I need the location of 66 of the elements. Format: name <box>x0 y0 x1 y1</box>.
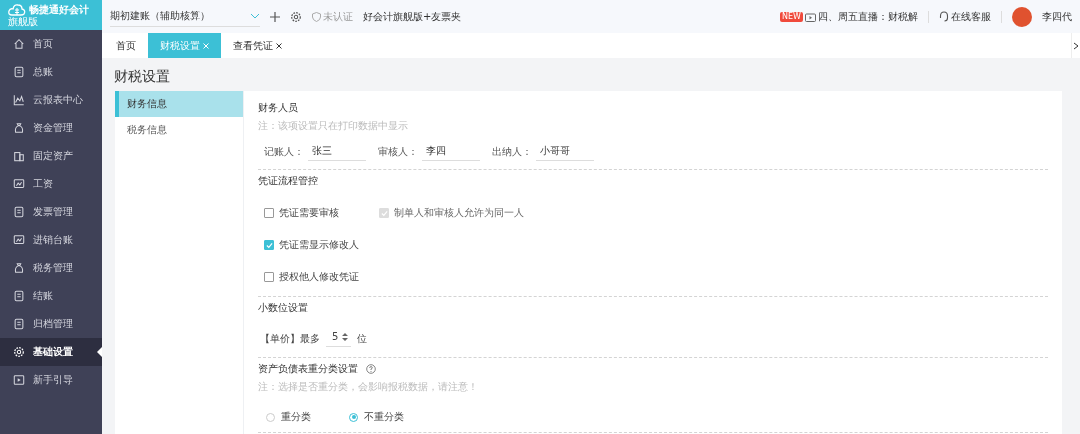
live-stream-link[interactable]: 四、周五直播：财税解 <box>818 9 918 24</box>
settings-icon <box>13 346 25 358</box>
section-title: 资产负债表重分类设置 <box>258 362 358 376</box>
sidebar-item[interactable]: 进销台账 <box>0 226 102 254</box>
field-label: 记账人： <box>264 145 304 159</box>
sidebar-item[interactable]: 工资 <box>0 170 102 198</box>
money-bag-icon <box>13 122 25 134</box>
chevron-down-icon <box>250 13 260 19</box>
checkbox-label: 制单人和审核人允许为同一人 <box>394 206 524 220</box>
user-name[interactable]: 李四代 <box>1042 9 1072 24</box>
tv-icon <box>805 11 816 22</box>
close-icon[interactable] <box>276 42 282 49</box>
edition-label: 旗舰版 <box>8 17 39 27</box>
sidebar-item[interactable]: 云报表中心 <box>0 86 102 114</box>
radio-option[interactable]: 重分类 <box>266 410 311 424</box>
video-icon <box>13 374 25 386</box>
sidebar-item[interactable]: 发票管理 <box>0 198 102 226</box>
online-service-link[interactable]: 在线客服 <box>951 9 991 24</box>
checkbox[interactable] <box>264 208 274 218</box>
chevron-right-icon <box>1073 41 1079 50</box>
radio-option[interactable]: 不重分类 <box>349 410 404 424</box>
new-badge: NEW <box>780 11 803 22</box>
number-stepper[interactable]: 5 <box>326 331 352 347</box>
product-name: 好会计旗舰版+友票夹 <box>363 9 462 24</box>
tab[interactable]: 首页 <box>104 33 148 58</box>
cloud-logo-icon <box>8 3 26 17</box>
sidebar-item[interactable]: 基础设置 <box>0 338 102 366</box>
section-title: 财务人员 <box>258 101 298 115</box>
checkbox[interactable] <box>264 240 274 250</box>
checkbox-label: 凭证需要审核 <box>279 206 339 220</box>
section-title: 小数位设置 <box>258 301 308 315</box>
section-title: 凭证流程管控 <box>258 174 318 188</box>
home-icon <box>13 38 25 50</box>
sidebar-item[interactable]: 资金管理 <box>0 114 102 142</box>
field-label: 审核人： <box>378 145 418 159</box>
input-field[interactable]: 张三 <box>308 143 366 161</box>
shield-icon <box>312 11 321 22</box>
input-field[interactable]: 小哥哥 <box>536 143 594 161</box>
scroll-right-button[interactable] <box>1071 33 1080 58</box>
chart-icon <box>13 94 25 106</box>
field-label: 出纳人： <box>492 145 532 159</box>
page-title: 财税设置 <box>113 67 171 86</box>
checkbox-label: 凭证需显示修改人 <box>279 238 359 252</box>
sidebar-item[interactable]: 固定资产 <box>0 142 102 170</box>
headset-icon <box>939 11 949 22</box>
sidebar-item[interactable]: 归档管理 <box>0 310 102 338</box>
subnav-item[interactable]: 财务信息 <box>115 91 243 117</box>
field-label: 【单价】最多 <box>260 332 320 346</box>
help-icon[interactable] <box>366 364 376 374</box>
add-icon[interactable] <box>270 11 280 22</box>
logo-text: 畅捷通好会计 <box>29 3 89 17</box>
building-icon <box>13 150 25 162</box>
sidebar-item[interactable]: 税务管理 <box>0 254 102 282</box>
settings-icon[interactable] <box>290 10 302 23</box>
unit-label: 位 <box>357 332 368 346</box>
sidebar-item[interactable]: 首页 <box>0 30 102 58</box>
tab[interactable]: 查看凭证 <box>221 33 294 58</box>
input-field[interactable]: 李四 <box>422 143 480 161</box>
sidebar-item[interactable]: 新手引导 <box>0 366 102 394</box>
sidebar-item[interactable]: 结账 <box>0 282 102 310</box>
sidebar-item[interactable]: 总账 <box>0 58 102 86</box>
stepper-arrows-icon[interactable] <box>341 331 350 342</box>
checkbox-label: 授权他人修改凭证 <box>279 270 359 284</box>
account-dropdown[interactable]: 期初建账（辅助核算） <box>110 6 260 27</box>
user-avatar[interactable] <box>1012 6 1032 27</box>
checkbox[interactable] <box>264 272 274 282</box>
